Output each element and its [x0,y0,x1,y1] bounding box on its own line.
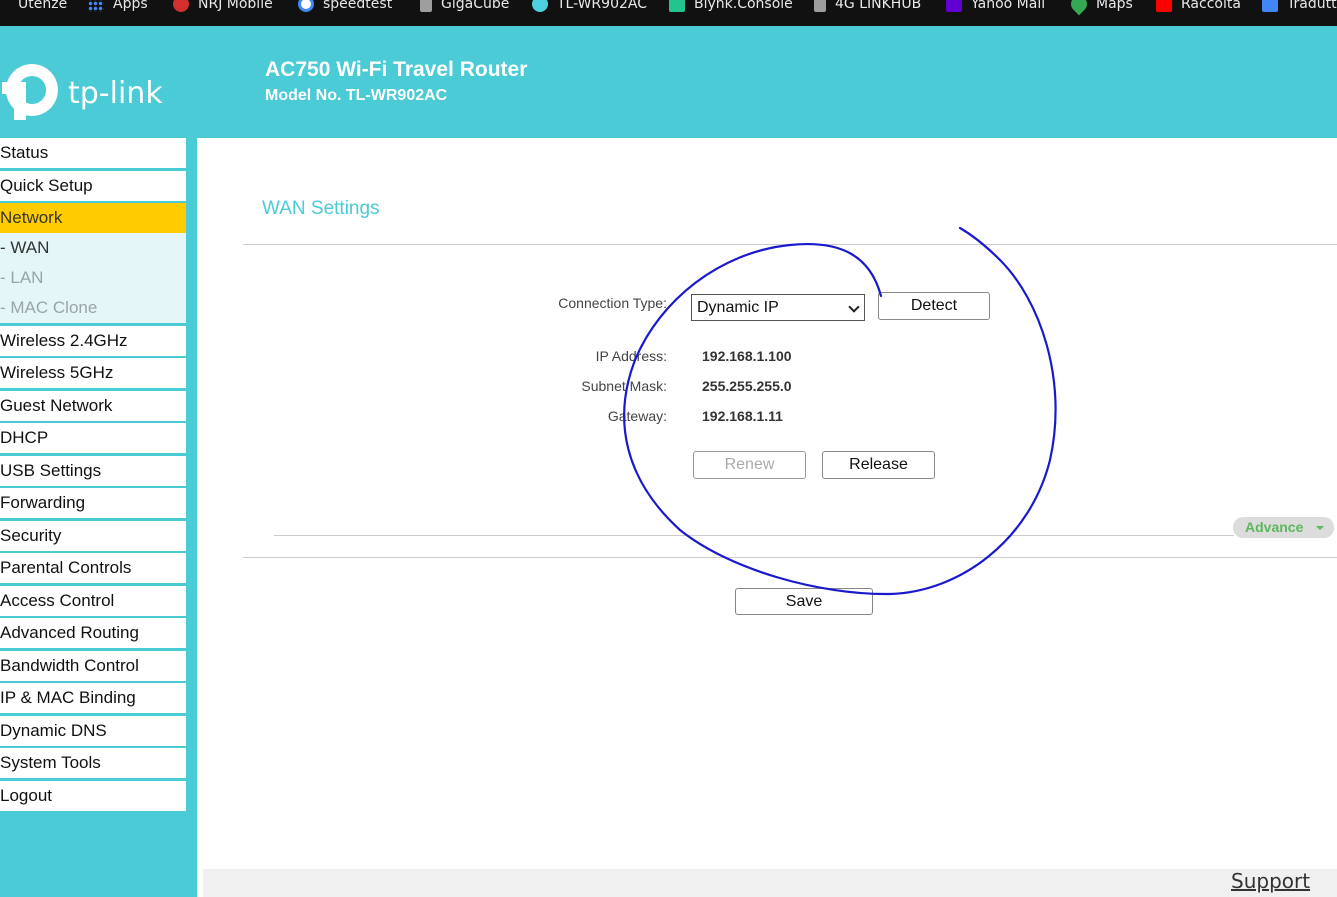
connection-type-select[interactable]: Dynamic IP [691,294,865,321]
translate-icon [1262,0,1278,12]
renew-button[interactable]: Renew [693,451,806,479]
sidebar-item-bandwidth-control[interactable]: Bandwidth Control [0,650,186,681]
bookmark-traduttore[interactable]: Tradutt [1262,0,1337,14]
advance-label: Advance [1245,519,1304,535]
sidebar-item-quick-setup[interactable]: Quick Setup [0,170,186,201]
bookmark-tl-wr902ac[interactable]: TL-WR902AC [532,0,647,14]
google-icon [298,0,314,12]
product-title: AC750 Wi-Fi Travel Router [265,58,528,81]
document-icon [814,0,826,12]
subnet-mask-value: 255.255.255.0 [702,378,792,394]
youtube-icon [1156,0,1172,12]
sidebar-item-parental-controls[interactable]: Parental Controls [0,553,186,583]
sidebar-subitem-mac-clone[interactable]: - MAC Clone [0,293,186,323]
sidebar-item-ip-mac-binding[interactable]: IP & MAC Binding [0,683,186,713]
sidebar-item-usb-settings[interactable]: USB Settings [0,455,186,486]
divider-bottom [243,557,1337,558]
bookmark-utenze[interactable]: Utenze [18,0,67,14]
sidebar-subitem-wan[interactable]: - WAN [0,233,186,263]
browser-page: Utenze Apps NRJ Mobile speedtest GigaCub… [0,0,1337,897]
document-icon [420,0,432,12]
sidebar-item-guest-network[interactable]: Guest Network [0,390,186,421]
subnet-mask-label: Subnet Mask: [581,378,667,394]
release-button[interactable]: Release [822,451,935,479]
sidebar-item-security[interactable]: Security [0,520,186,551]
bookmark-gigacube[interactable]: GigaCube [420,0,509,14]
save-button[interactable]: Save [735,588,873,615]
sidebar-item-dynamic-dns[interactable]: Dynamic DNS [0,715,186,746]
detect-button[interactable]: Detect [878,292,990,320]
network-submenu: - WAN - LAN - MAC Clone [0,233,186,323]
gateway-label: Gateway: [607,408,667,424]
maps-icon [1067,0,1091,16]
caret-down-icon [1316,526,1324,530]
bookmark-maps[interactable]: Maps [1067,0,1133,16]
sidebar-item-advanced-routing[interactable]: Advanced Routing [0,618,186,648]
connection-type-value: Dynamic IP [697,299,779,316]
tplink-logo-icon [2,64,58,120]
connection-type-label: Connection Type: [558,295,667,311]
bookmark-speedtest[interactable]: speedtest [298,0,392,14]
bookmark-raccolta[interactable]: Raccolta [1156,0,1241,14]
model-number: Model No. TL-WR902AC [265,87,448,104]
bookmark-yahoo-mail[interactable]: Yahoo Mail [946,0,1045,14]
ip-address-label: IP Address: [595,348,667,364]
sidebar-item-status[interactable]: Status [0,138,186,168]
advance-toggle[interactable]: Advance [1233,517,1334,538]
bookmarks-bar: Utenze Apps NRJ Mobile speedtest GigaCub… [0,0,1337,26]
tplink-icon [532,0,548,12]
bookmark-nrj-mobile[interactable]: NRJ Mobile [173,0,273,14]
blynk-icon [669,0,685,12]
divider-top [243,244,1337,245]
sidebar-item-wireless-5ghz[interactable]: Wireless 5GHz [0,358,186,388]
sidebar-item-access-control[interactable]: Access Control [0,585,186,616]
tplink-logo: tp-link [0,58,170,120]
page-title: WAN Settings [262,198,380,219]
sidebar-item-forwarding[interactable]: Forwarding [0,488,186,518]
ip-address-value: 192.168.1.100 [702,348,792,364]
sidebar-item-wireless-24ghz[interactable]: Wireless 2.4GHz [0,325,186,356]
sidebar-subitem-lan[interactable]: - LAN [0,263,186,293]
chevron-down-icon [848,301,860,313]
nav-menu: Status Quick Setup Network - WAN - LAN -… [0,138,186,813]
support-link[interactable]: Support [1231,869,1310,893]
router-header: tp-link AC750 Wi-Fi Travel Router Model … [0,26,1337,138]
apps-grid-icon [88,0,104,12]
gateway-value: 192.168.1.11 [702,408,783,424]
bookmark-apps[interactable]: Apps [88,0,148,14]
sidebar-item-logout[interactable]: Logout [0,780,186,811]
brand-name: tp-link [68,76,163,111]
sidebar-item-system-tools[interactable]: System Tools [0,748,186,778]
advance-divider [274,535,1234,536]
yahoo-icon [946,0,962,12]
footer-bar [203,869,1337,897]
bookmark-blynk-console[interactable]: Blynk.Console [669,0,793,14]
main-content: WAN Settings Connection Type: Dynamic IP… [197,138,1337,897]
nrj-icon [173,0,189,12]
bookmark-4g-linkhub[interactable]: 4G LINKHUB [814,0,921,14]
sidebar-item-network[interactable]: Network [0,203,186,233]
sidebar: Status Quick Setup Network - WAN - LAN -… [0,138,197,897]
sidebar-item-dhcp[interactable]: DHCP [0,423,186,453]
